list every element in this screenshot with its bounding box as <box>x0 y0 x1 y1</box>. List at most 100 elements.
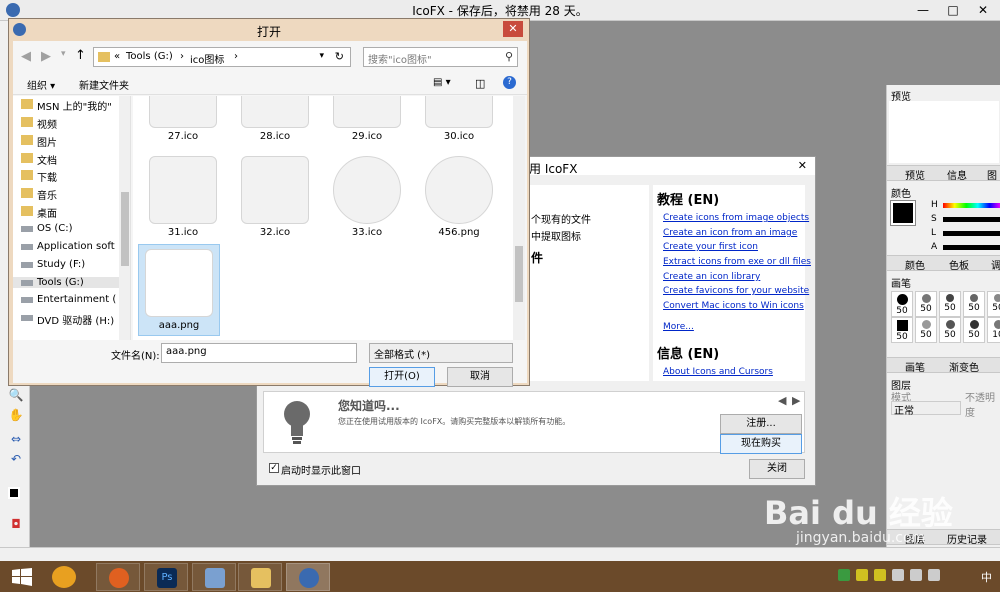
explorer-taskbar-button[interactable] <box>238 563 282 591</box>
tutorial-link[interactable]: Extract icons from exe or dll files <box>663 257 811 267</box>
file-item[interactable]: 32.ico <box>235 152 315 242</box>
brush-preset[interactable]: 50 <box>891 291 913 317</box>
tab-adjust[interactable]: 调 <box>991 257 1000 272</box>
tip-prev-icon[interactable]: ◀ <box>778 394 786 407</box>
tab-preview[interactable]: 预览 <box>905 167 925 182</box>
cancel-button[interactable]: 取消 <box>447 367 513 387</box>
tab-image[interactable]: 图 <box>987 167 997 182</box>
file-item[interactable]: 33.ico <box>327 152 407 242</box>
filename-input[interactable]: aaa.png <box>161 343 357 363</box>
tutorial-link[interactable]: Create favicons for your website <box>663 286 809 296</box>
brush-preset[interactable]: 50 <box>915 317 937 343</box>
register-button[interactable]: 注册... <box>720 414 802 434</box>
tutorial-link[interactable]: Create icons from image objects <box>663 213 809 223</box>
maximize-button[interactable]: □ <box>938 0 968 21</box>
input-language-indicator[interactable]: 中 <box>981 569 992 585</box>
primary-color-swatch[interactable] <box>890 200 916 226</box>
nav-item[interactable]: Study (F:) <box>21 259 85 270</box>
zoom-tool-icon[interactable]: 🔍 <box>8 387 24 403</box>
minimize-button[interactable]: — <box>908 0 938 21</box>
brush-preset[interactable]: 50 <box>915 291 937 317</box>
new-folder-button[interactable]: 新建文件夹 <box>79 77 129 92</box>
file-list-scrollbar[interactable] <box>513 96 525 340</box>
forward-icon[interactable]: ▶ <box>41 49 51 64</box>
flag-icon[interactable] <box>874 569 886 581</box>
address-bar[interactable]: « Tools (G:) › ico图标 › ▾ ↻ <box>93 47 351 67</box>
file-item[interactable]: 29.ico <box>327 96 407 146</box>
saturation-slider[interactable] <box>943 217 1000 222</box>
brush-preset[interactable]: 50 <box>963 317 985 343</box>
address-dropdown-icon[interactable]: ▾ <box>319 51 324 61</box>
volume-icon[interactable] <box>910 569 922 581</box>
icofx-taskbar-button[interactable] <box>286 563 330 591</box>
file-item[interactable]: 30.ico <box>419 96 499 146</box>
lightness-slider[interactable] <box>943 231 1000 236</box>
more-link[interactable]: More... <box>663 322 694 332</box>
tab-color[interactable]: 颜色 <box>905 257 925 272</box>
tab-brush[interactable]: 画笔 <box>905 359 925 374</box>
tutorial-link[interactable]: Create an icon from an image <box>663 228 797 238</box>
color-swatch-icon[interactable] <box>8 487 20 499</box>
alpha-slider[interactable] <box>943 245 1000 250</box>
nav-item[interactable]: 音乐 <box>21 187 57 202</box>
tutorial-link[interactable]: Create an icon library <box>663 272 760 282</box>
paint-taskbar-button[interactable] <box>192 563 236 591</box>
brush-preset[interactable]: 50 <box>963 291 985 317</box>
help-icon[interactable]: ? <box>503 76 516 89</box>
nav-item[interactable]: 文档 <box>21 152 57 167</box>
windows-start-icon[interactable] <box>12 568 32 586</box>
tip-next-icon[interactable]: ▶ <box>792 394 800 407</box>
welcome-close-button[interactable]: 关闭 <box>749 459 805 479</box>
undo-icon[interactable]: ↶ <box>8 451 24 467</box>
nav-item-selected[interactable]: Tools (G:) <box>13 277 119 288</box>
welcome-close-icon[interactable]: ✕ <box>798 159 807 172</box>
address-segment[interactable]: ico图标 <box>190 51 224 66</box>
show-at-startup-checkbox[interactable]: ✓ <box>269 463 279 473</box>
info-link[interactable]: About Icons and Cursors <box>663 367 773 377</box>
refresh-icon[interactable]: ↻ <box>335 50 344 63</box>
buy-now-button[interactable]: 现在购买 <box>720 434 802 454</box>
file-item[interactable]: 31.ico <box>143 152 223 242</box>
file-item[interactable]: 456.png <box>419 152 499 242</box>
brush-preset[interactable]: 50 <box>939 291 961 317</box>
flip-icon[interactable]: ⇔ <box>8 431 24 447</box>
welcome-line[interactable]: 中提取图标 <box>531 228 581 243</box>
tab-palette[interactable]: 色板 <box>949 257 969 272</box>
nav-item[interactable]: 桌面 <box>21 205 57 220</box>
preview-pane-icon[interactable]: ◫ <box>475 77 485 90</box>
back-icon[interactable]: ◀ <box>21 49 31 64</box>
nav-item[interactable]: 下载 <box>21 169 57 184</box>
filetype-select[interactable]: 全部格式 (*) <box>369 343 513 363</box>
update-icon[interactable] <box>856 569 868 581</box>
tutorial-link[interactable]: Convert Mac icons to Win icons <box>663 301 804 311</box>
brush-preset[interactable]: 50 <box>891 317 913 343</box>
brush-preset[interactable]: 50 <box>987 291 1000 317</box>
tab-info[interactable]: 信息 <box>947 167 967 182</box>
search-input[interactable]: 搜索"ico图标" ⚲ <box>363 47 518 67</box>
wifi-icon[interactable] <box>928 569 940 581</box>
brush-preset[interactable]: 10 <box>987 317 1000 343</box>
file-dialog-close-button[interactable]: ✕ <box>503 21 523 37</box>
file-item-selected[interactable]: aaa.png <box>138 244 220 336</box>
nav-item[interactable]: MSN 上的"我的" <box>21 98 112 113</box>
photoshop-taskbar-button[interactable]: Ps <box>144 563 188 591</box>
nav-item[interactable]: Entertainment ( <box>21 294 116 305</box>
nav-item[interactable]: 视频 <box>21 116 57 131</box>
network-icon[interactable] <box>892 569 904 581</box>
nav-item[interactable]: DVD 驱动器 (H:) <box>21 312 114 327</box>
address-segment[interactable]: Tools (G:) <box>126 51 173 62</box>
up-icon[interactable]: ↑ <box>75 48 86 63</box>
nav-item[interactable]: Application soft <box>21 241 115 252</box>
hue-slider[interactable] <box>943 203 1000 208</box>
open-button[interactable]: 打开(O) <box>369 367 435 387</box>
view-icon[interactable]: ▤ ▾ <box>433 77 451 88</box>
organize-button[interactable]: 组织 ▾ <box>27 77 55 92</box>
shape-tool-icon[interactable]: ◘ <box>8 516 24 532</box>
tab-gradient[interactable]: 渐变色 <box>949 359 979 374</box>
hand-tool-icon[interactable]: ✋ <box>8 407 24 423</box>
search-icon[interactable]: ⚲ <box>505 50 513 63</box>
close-button[interactable]: ✕ <box>968 0 998 21</box>
tutorial-link[interactable]: Create your first icon <box>663 242 758 252</box>
security-icon[interactable] <box>838 569 850 581</box>
nav-scrollbar[interactable] <box>119 96 130 340</box>
